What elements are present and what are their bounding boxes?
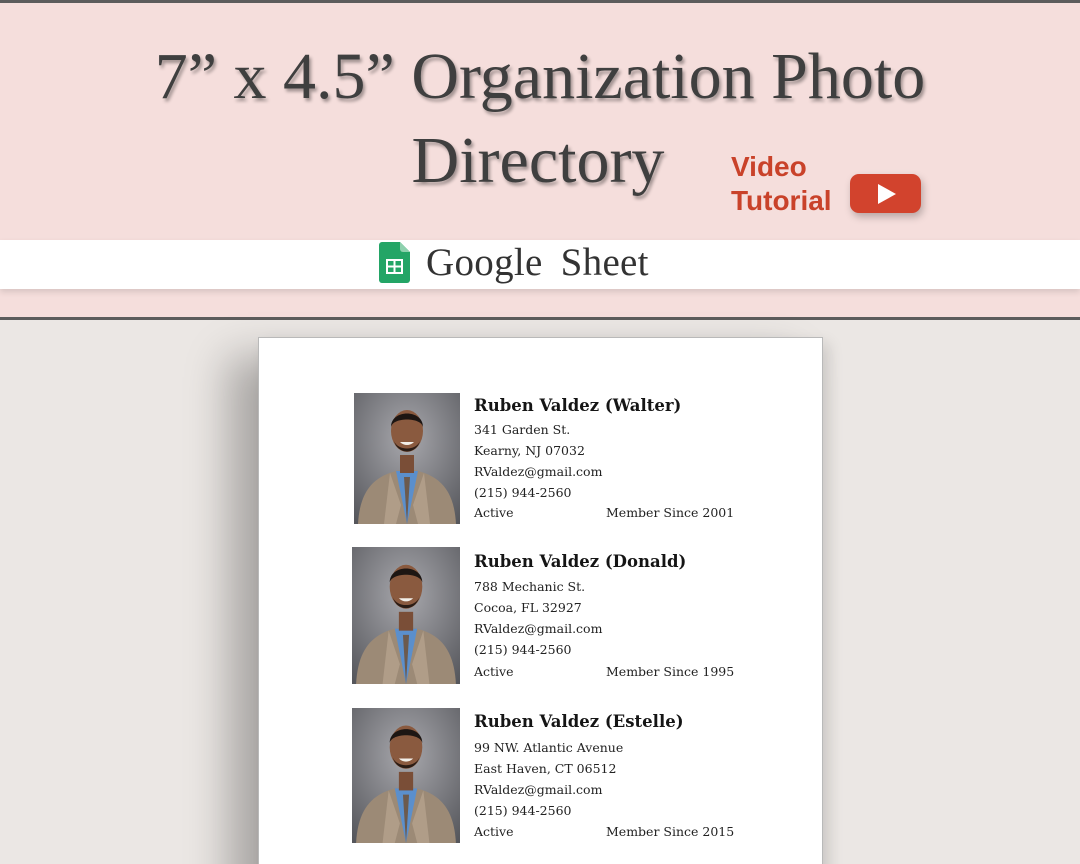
google-sheets-icon [379,242,410,283]
member-email: RValdez@gmail.com [474,782,603,797]
member-street: 341 Garden St. [474,422,571,437]
member-status: Active [474,664,514,679]
page-title-line-2-text: Directory [411,124,665,197]
member-since: Member Since 2001 [606,505,735,520]
video-tutorial-label-line-2[interactable]: Tutorial [731,187,832,215]
member-city: East Haven, CT 06512 [474,761,617,776]
member-email: RValdez@gmail.com [474,464,603,479]
member-street: 788 Mechanic St. [474,579,586,594]
video-tutorial-label-line-1[interactable]: Video [731,153,807,181]
member-email: RValdez@gmail.com [474,621,603,636]
member-photo [352,708,460,843]
member-name: Ruben Valdez (Donald) [474,552,687,571]
member-city: Kearny, NJ 07032 [474,443,585,458]
member-since: Member Since 2015 [606,824,735,839]
member-city: Cocoa, FL 32927 [474,600,582,615]
play-icon [878,184,896,204]
directory-page: Ruben Valdez (Walter) 341 Garden St. Kea… [258,337,823,864]
video-play-button[interactable] [850,174,921,213]
member-phone: (215) 944-2560 [474,642,572,657]
member-photo [352,547,460,684]
member-since: Member Since 1995 [606,664,735,679]
member-photo [354,393,460,524]
member-status: Active [474,824,514,839]
google-sheet-label: Google Sheet [426,241,649,284]
member-name: Ruben Valdez (Estelle) [474,712,684,731]
page-title-line-1: 7” x 4.5” Organization Photo [154,40,926,113]
member-name: Ruben Valdez (Walter) [474,396,682,415]
member-phone: (215) 944-2560 [474,485,572,500]
banner-divider [0,317,1080,320]
member-street: 99 NW. Atlantic Avenue [474,740,624,755]
member-phone: (215) 944-2560 [474,803,572,818]
member-status: Active [474,505,514,520]
